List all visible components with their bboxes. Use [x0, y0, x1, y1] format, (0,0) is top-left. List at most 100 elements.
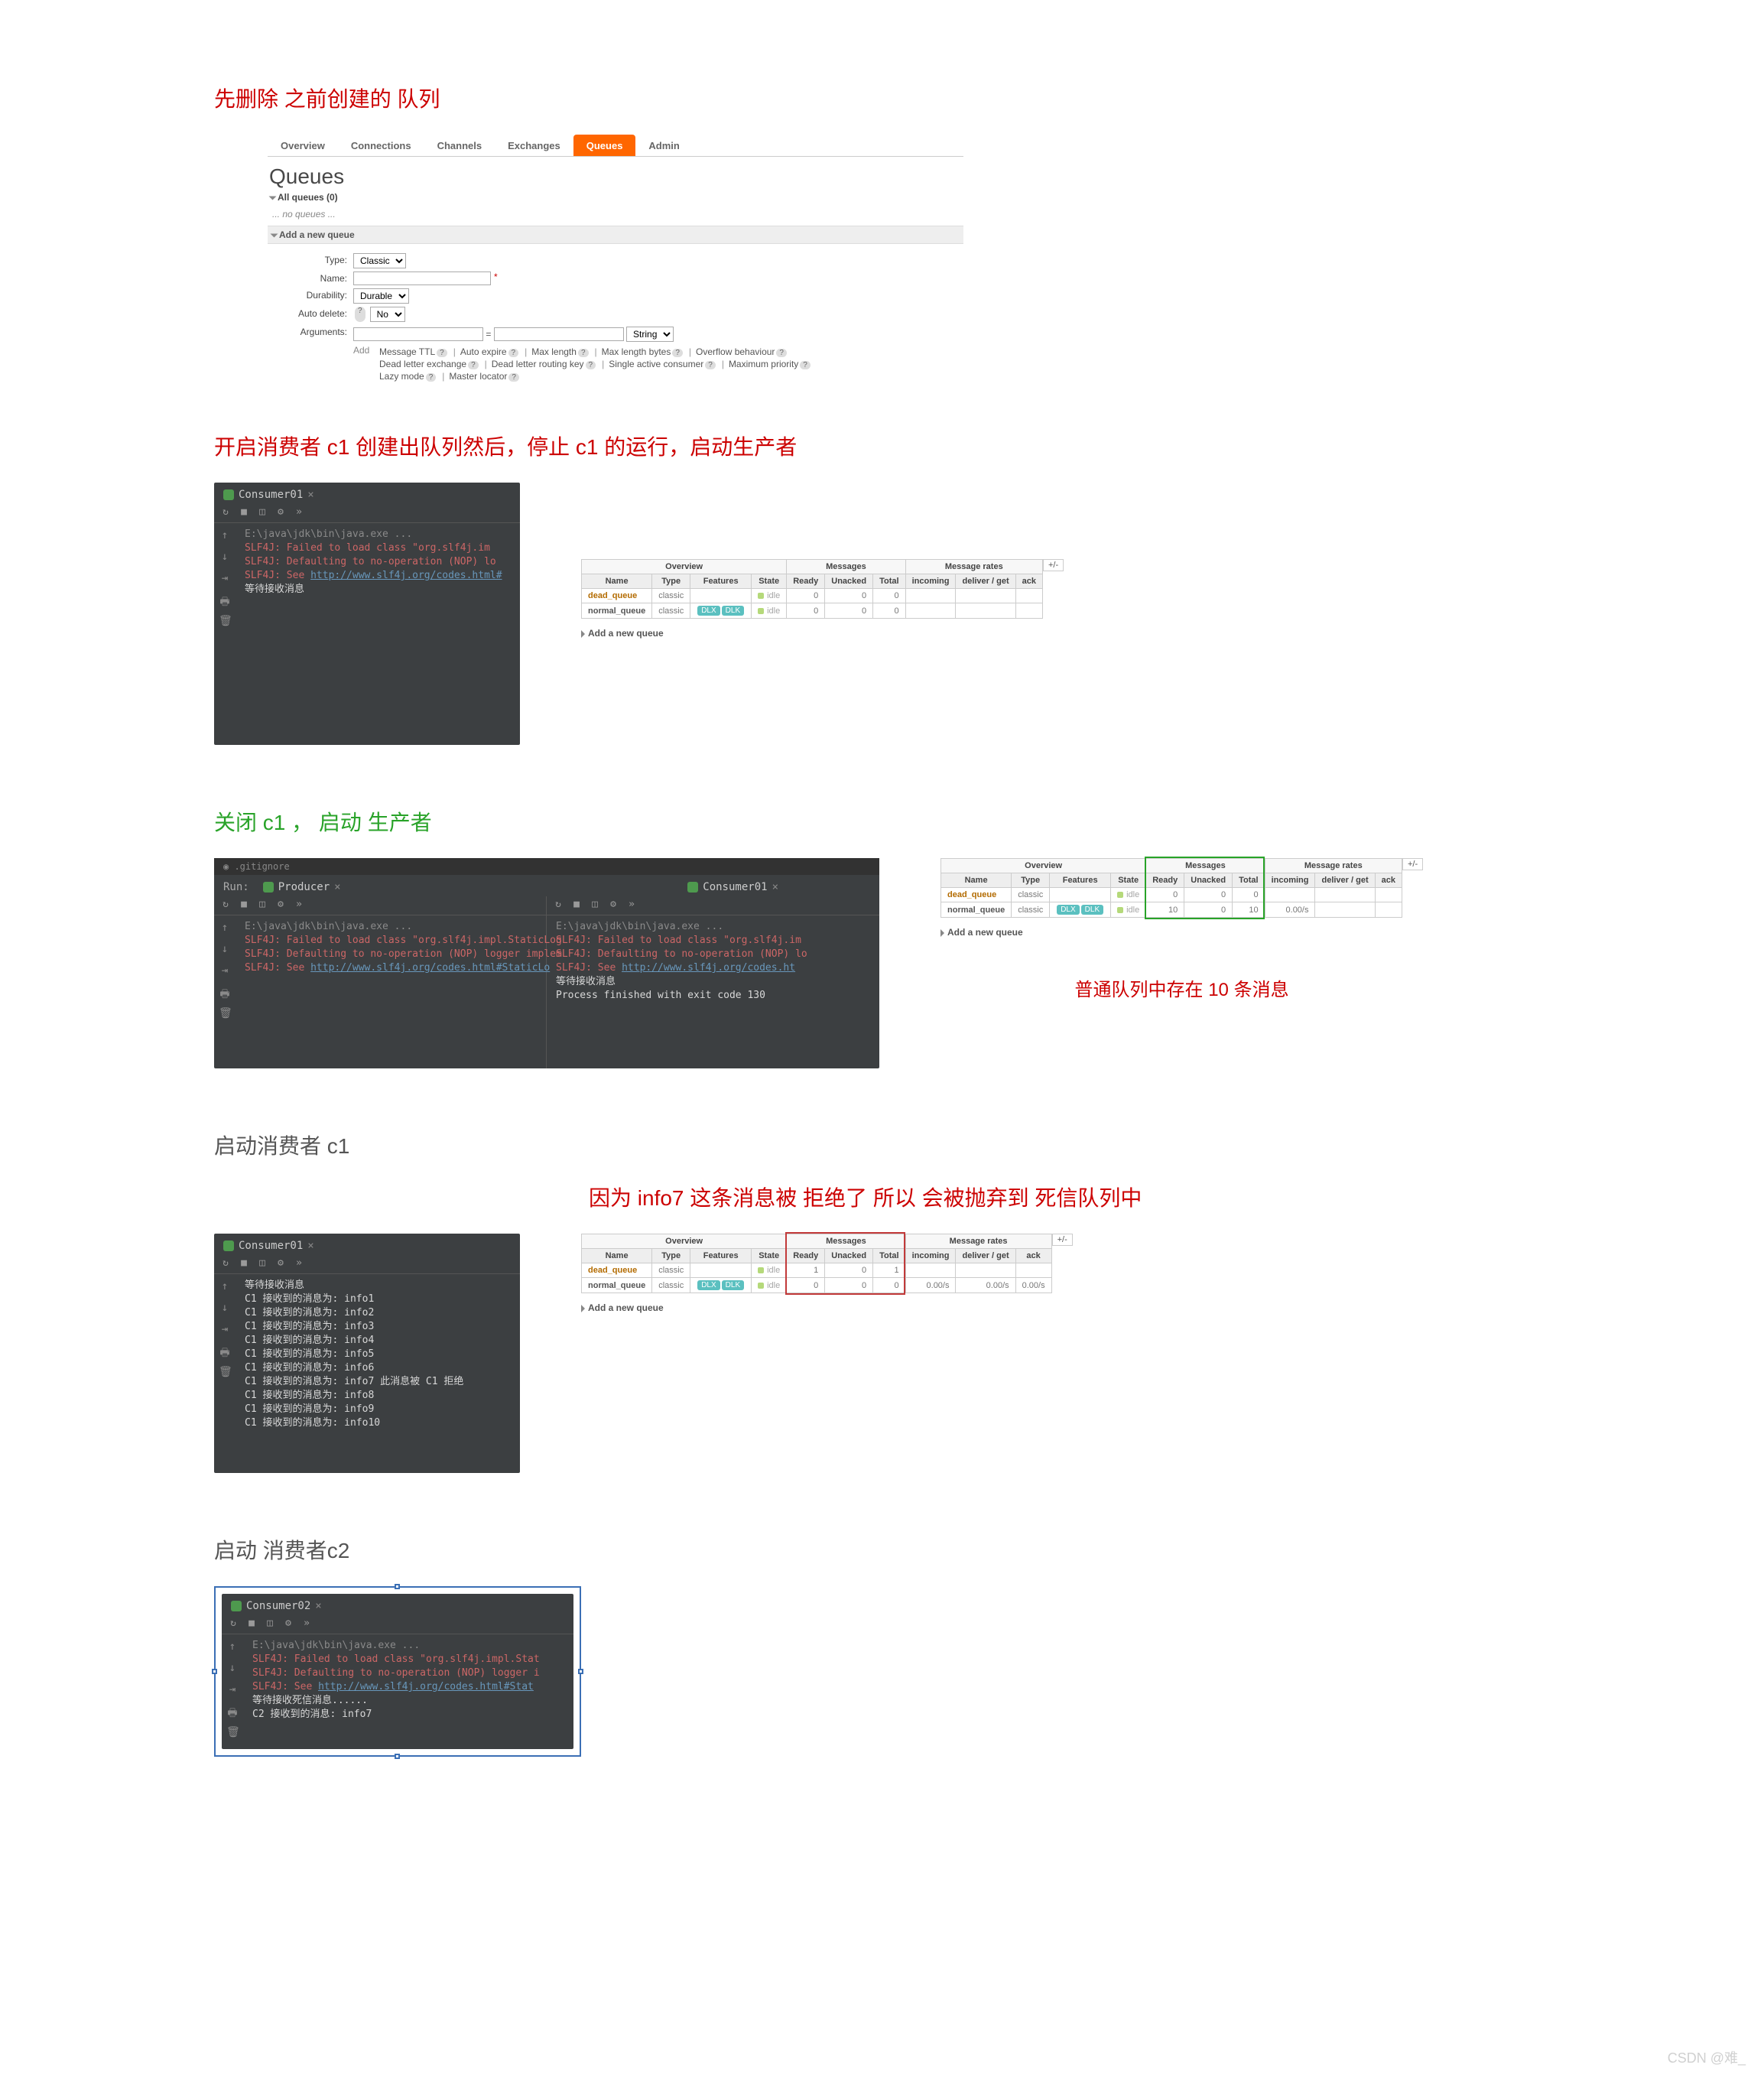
- close-icon[interactable]: ×: [334, 881, 340, 893]
- table-row[interactable]: dead_queueclassicidle000: [941, 888, 1402, 902]
- settings-icon[interactable]: ⚙: [275, 1258, 286, 1269]
- stop-icon[interactable]: ■: [239, 899, 249, 910]
- table-row[interactable]: normal_queueclassicDLXDLKidle100100.00/s: [941, 902, 1402, 918]
- col-header[interactable]: Features: [690, 1249, 752, 1263]
- arg-shortcut[interactable]: Message TTL: [379, 346, 435, 357]
- gitignore-tab[interactable]: ◉ .gitignore: [214, 858, 879, 875]
- col-header[interactable]: incoming: [1265, 873, 1315, 888]
- settings-icon[interactable]: ⚙: [275, 507, 286, 518]
- gutter-trash-icon[interactable]: 🗑: [219, 615, 231, 627]
- arg-shortcut[interactable]: Dead letter exchange: [379, 359, 466, 369]
- col-header[interactable]: Name: [582, 1249, 652, 1263]
- help-icon[interactable]: ?: [672, 349, 683, 357]
- table-toggle[interactable]: +/-: [1402, 858, 1423, 870]
- gutter-wrap-icon[interactable]: ⇥: [219, 964, 231, 977]
- run-tab[interactable]: Consumer01 ×: [223, 1240, 314, 1252]
- table-toggle[interactable]: +/-: [1043, 559, 1064, 571]
- arg-shortcut[interactable]: Maximum priority: [729, 359, 798, 369]
- settings-icon[interactable]: ⚙: [608, 899, 619, 910]
- all-queues-toggle[interactable]: All queues (0): [271, 192, 963, 203]
- help-icon[interactable]: ?: [776, 349, 787, 357]
- rerun-icon[interactable]: ↻: [220, 899, 231, 910]
- arg-shortcut[interactable]: Lazy mode: [379, 371, 424, 382]
- col-header[interactable]: incoming: [905, 1249, 956, 1263]
- col-header[interactable]: ack: [1375, 873, 1402, 888]
- help-icon[interactable]: ?: [508, 349, 519, 357]
- more-icon[interactable]: »: [294, 1258, 304, 1269]
- gutter-trash-icon[interactable]: 🗑: [219, 1366, 231, 1378]
- add-new-queue-toggle[interactable]: Add a new queue: [940, 927, 1423, 938]
- rmq-tab-channels[interactable]: Channels: [424, 135, 495, 156]
- col-header[interactable]: ack: [1015, 1249, 1051, 1263]
- gutter-trash-icon[interactable]: 🗑: [219, 1007, 231, 1019]
- col-header[interactable]: State: [752, 574, 787, 589]
- layout-icon[interactable]: ◫: [257, 1258, 268, 1269]
- col-header[interactable]: Unacked: [1184, 873, 1233, 888]
- rerun-icon[interactable]: ↻: [553, 899, 564, 910]
- add-new-queue-toggle[interactable]: Add a new queue: [581, 1302, 1073, 1313]
- col-header[interactable]: Type: [1012, 873, 1050, 888]
- more-icon[interactable]: »: [294, 899, 304, 910]
- gutter-up-icon[interactable]: ↑: [219, 922, 231, 934]
- stop-icon[interactable]: ■: [571, 899, 582, 910]
- col-header[interactable]: Unacked: [825, 1249, 873, 1263]
- stop-icon[interactable]: ■: [239, 1258, 249, 1269]
- arg-shortcut[interactable]: Dead letter routing key: [492, 359, 584, 369]
- col-header[interactable]: ack: [1015, 574, 1042, 589]
- rmq-tab-connections[interactable]: Connections: [338, 135, 424, 156]
- rmq-tab-exchanges[interactable]: Exchanges: [495, 135, 573, 156]
- col-header[interactable]: Name: [582, 574, 652, 589]
- gutter-wrap-icon[interactable]: ⇥: [219, 572, 231, 584]
- rerun-icon[interactable]: ↻: [220, 1258, 231, 1269]
- gutter-down-icon[interactable]: ↓: [219, 1302, 231, 1314]
- arg-shortcut[interactable]: Single active consumer: [609, 359, 703, 369]
- close-icon[interactable]: ×: [307, 1240, 313, 1252]
- settings-icon[interactable]: ⚙: [283, 1618, 294, 1629]
- layout-icon[interactable]: ◫: [590, 899, 600, 910]
- more-icon[interactable]: »: [626, 899, 637, 910]
- close-icon[interactable]: ×: [307, 489, 313, 501]
- col-header[interactable]: Total: [873, 1249, 905, 1263]
- rerun-icon[interactable]: ↻: [228, 1618, 239, 1629]
- help-icon[interactable]: ?: [508, 373, 519, 382]
- gutter-trash-icon[interactable]: 🗑: [226, 1726, 239, 1738]
- rmq-tab-admin[interactable]: Admin: [635, 135, 692, 156]
- stop-icon[interactable]: ■: [246, 1618, 257, 1629]
- consumer01-tab[interactable]: Consumer01 ×: [687, 881, 778, 893]
- add-new-queue-toggle[interactable]: Add a new queue: [581, 628, 1064, 639]
- type-select[interactable]: Classic: [353, 253, 406, 268]
- close-icon[interactable]: ×: [315, 1600, 321, 1612]
- arg-shortcut[interactable]: Master locator: [449, 371, 507, 382]
- arg-type-select[interactable]: String: [626, 327, 674, 342]
- table-row[interactable]: dead_queueclassicidle101: [582, 1263, 1052, 1278]
- rmq-tab-overview[interactable]: Overview: [268, 135, 338, 156]
- gutter-print-icon[interactable]: 🖶: [219, 593, 231, 606]
- table-row[interactable]: normal_queueclassicDLXDLKidle000: [582, 603, 1043, 619]
- col-header[interactable]: deliver / get: [956, 574, 1015, 589]
- col-header[interactable]: deliver / get: [956, 1249, 1015, 1263]
- col-header[interactable]: Total: [873, 574, 905, 589]
- layout-icon[interactable]: ◫: [257, 507, 268, 518]
- settings-icon[interactable]: ⚙: [275, 899, 286, 910]
- run-tab[interactable]: Consumer02 ×: [231, 1600, 322, 1612]
- gutter-up-icon[interactable]: ↑: [219, 1280, 231, 1292]
- gutter-down-icon[interactable]: ↓: [219, 551, 231, 563]
- gutter-up-icon[interactable]: ↑: [226, 1640, 239, 1653]
- name-input[interactable]: [353, 272, 491, 285]
- col-header[interactable]: State: [752, 1249, 787, 1263]
- gutter-print-icon[interactable]: 🖶: [219, 986, 231, 998]
- gutter-print-icon[interactable]: 🖶: [226, 1705, 239, 1717]
- col-header[interactable]: incoming: [905, 574, 956, 589]
- producer-tab[interactable]: Producer ×: [263, 881, 341, 893]
- autodelete-select[interactable]: No: [370, 307, 405, 322]
- run-tab[interactable]: Consumer01 ×: [223, 489, 314, 501]
- table-toggle[interactable]: +/-: [1052, 1234, 1073, 1246]
- help-icon[interactable]: ?: [355, 307, 365, 322]
- add-queue-bar[interactable]: Add a new queue: [268, 226, 963, 244]
- gutter-down-icon[interactable]: ↓: [219, 943, 231, 955]
- arg-value-input[interactable]: [494, 327, 624, 341]
- rmq-tab-queues[interactable]: Queues: [573, 135, 636, 156]
- help-icon[interactable]: ?: [705, 361, 716, 369]
- col-header[interactable]: Type: [652, 574, 690, 589]
- more-icon[interactable]: »: [301, 1618, 312, 1629]
